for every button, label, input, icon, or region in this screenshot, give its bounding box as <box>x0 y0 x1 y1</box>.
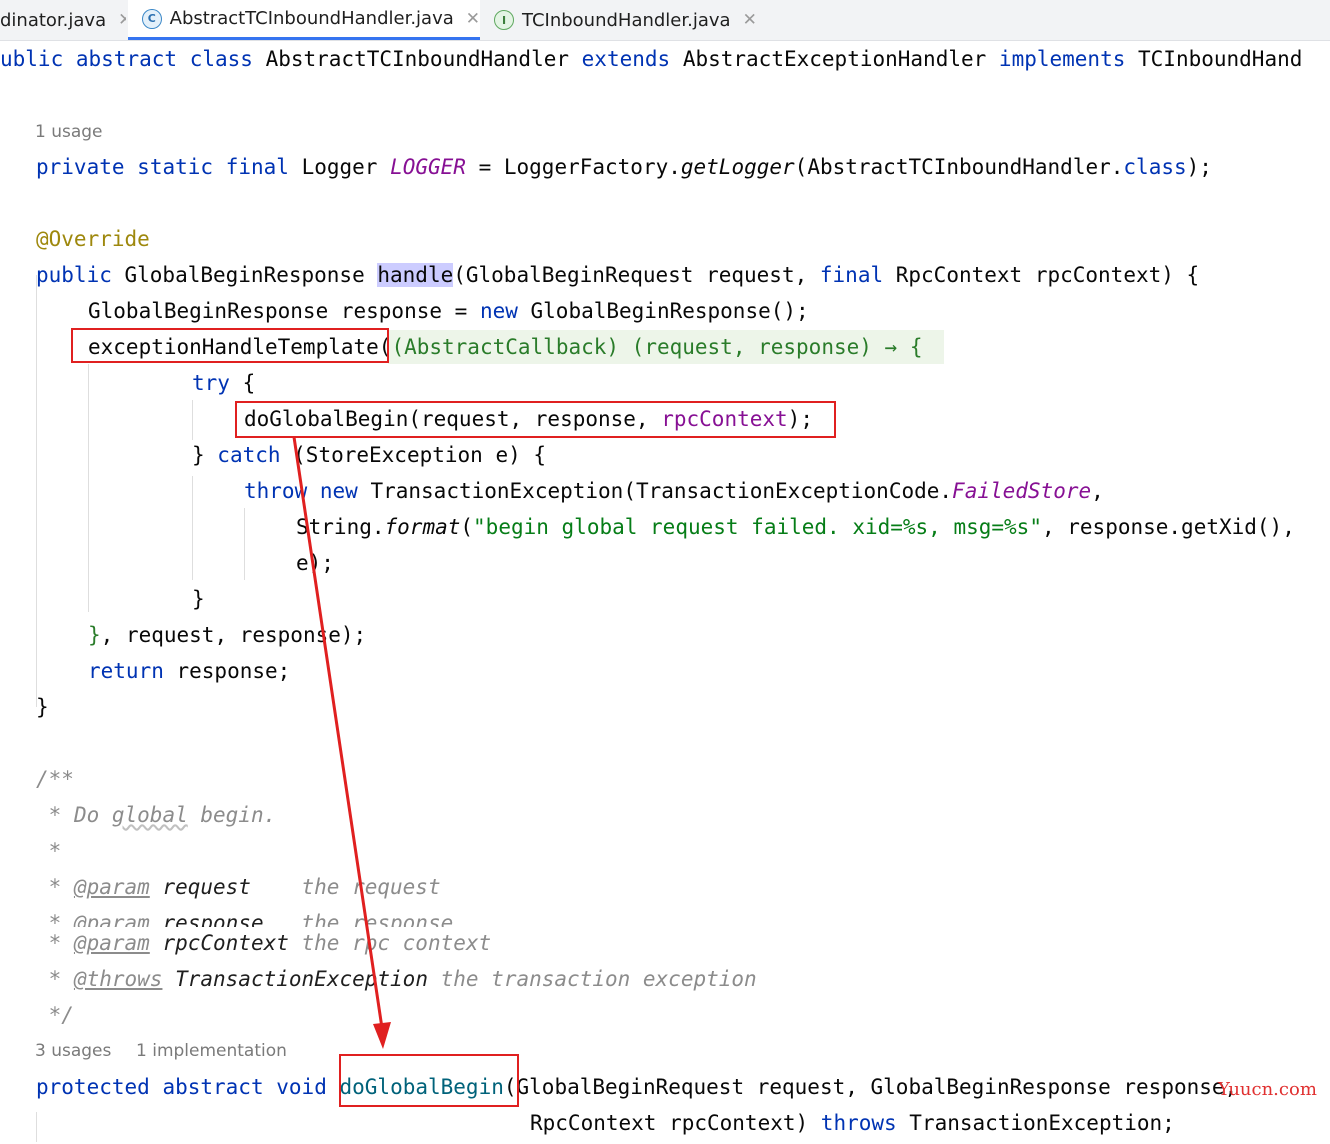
watermark: Yuucn.com <box>1218 1079 1317 1100</box>
arrow-head <box>373 1022 391 1049</box>
arrow-shaft <box>292 436 384 1029</box>
callout-arrow <box>292 436 391 1049</box>
